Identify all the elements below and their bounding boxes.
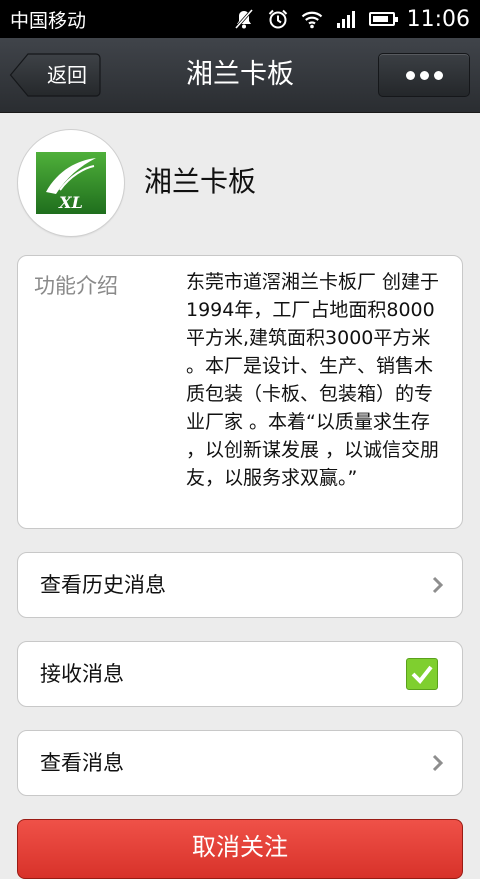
receive-messages-row[interactable]: 接收消息 [17, 641, 463, 707]
more-button[interactable] [378, 53, 470, 97]
account-name: 湘兰卡板 [144, 165, 257, 198]
status-bar: 中国移动 11:06 [0, 0, 480, 38]
more-dots-icon [405, 70, 415, 80]
intro-text: 东莞市道滘湘兰卡板厂 创建于1994年，工厂占地面积8000平方米,建筑面积30… [186, 271, 440, 489]
wifi-icon [301, 11, 322, 29]
carrier-name: 中国移动 [10, 9, 87, 32]
page-title: 湘兰卡板 [186, 59, 294, 90]
more-dots-icon [433, 70, 443, 80]
title-bar: 返回 湘兰卡板 [0, 38, 480, 113]
battery-icon [368, 12, 398, 26]
more-dots-icon [419, 70, 429, 80]
checkmark-icon [411, 665, 433, 685]
mute-icon [234, 9, 253, 29]
view-history-label: 查看历史消息 [40, 573, 166, 597]
clock: 11:06 [406, 6, 470, 32]
intro-label: 功能介绍 [34, 274, 118, 298]
receive-messages-label: 接收消息 [40, 662, 124, 686]
receive-messages-checkbox[interactable] [406, 658, 438, 690]
back-button-label: 返回 [47, 63, 87, 87]
account-avatar[interactable]: XL [18, 130, 124, 236]
chevron-right-icon [432, 754, 444, 772]
status-icons: 11:06 [233, 7, 470, 32]
xl-logo: XL [36, 152, 106, 214]
logo-text: XL [58, 193, 83, 212]
signal-icon [336, 11, 355, 28]
unfollow-button[interactable]: 取消关注 [17, 819, 463, 879]
view-history-row[interactable]: 查看历史消息 [17, 552, 463, 618]
back-button[interactable]: 返回 [9, 53, 101, 97]
alarm-icon [268, 9, 287, 29]
chevron-right-icon [432, 576, 444, 594]
view-messages-label: 查看消息 [40, 751, 124, 775]
view-messages-row[interactable]: 查看消息 [17, 730, 463, 796]
intro-card: 功能介绍 东莞市道滘湘兰卡板厂 创建于1994年，工厂占地面积8000平方米,建… [17, 255, 463, 529]
